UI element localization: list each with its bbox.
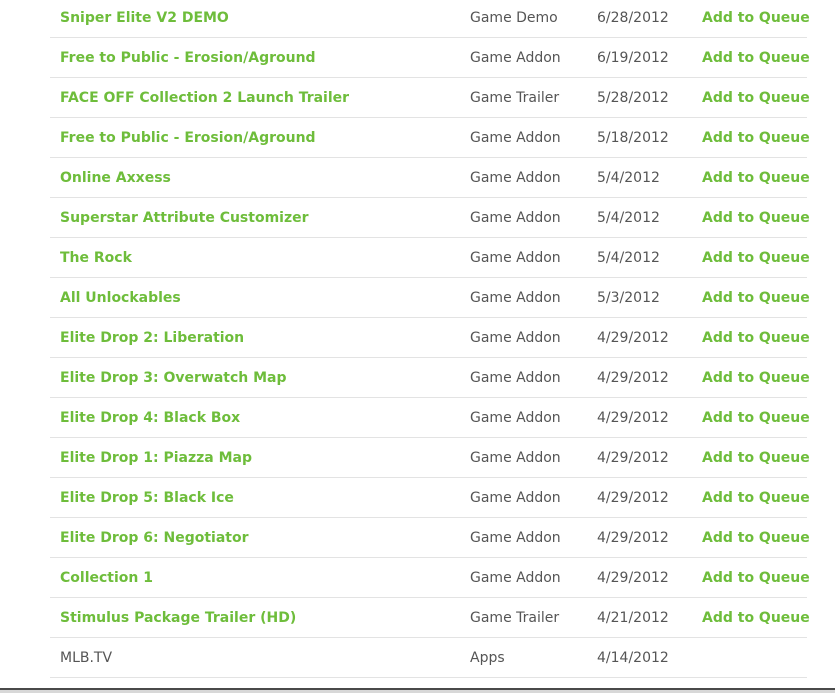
item-title-link[interactable]: Elite Drop 4: Black Box	[60, 398, 240, 437]
item-type: Game Demo	[470, 10, 558, 26]
add-to-queue-link[interactable]: Add to Queue	[702, 398, 810, 437]
item-date: 4/29/2012	[597, 530, 669, 546]
add-to-queue-link[interactable]: Add to Queue	[702, 198, 810, 237]
item-title-link[interactable]: FACE OFF Collection 2 Launch Trailer	[60, 78, 349, 117]
item-type: Game Addon	[470, 370, 561, 386]
item-type: Game Addon	[470, 170, 561, 186]
add-to-queue-link[interactable]: Add to Queue	[702, 0, 810, 37]
list-item: Elite Drop 2: Liberation Game Addon 4/29…	[50, 318, 810, 358]
add-to-queue-link[interactable]: Add to Queue	[702, 238, 810, 277]
list-item: All Unlockables Game Addon 5/3/2012 Add …	[50, 278, 810, 318]
item-type: Game Addon	[470, 210, 561, 226]
list-item: Elite Drop 3: Overwatch Map Game Addon 4…	[50, 358, 810, 398]
item-date: 4/29/2012	[597, 490, 669, 506]
list-item: Stimulus Package Trailer (HD) Game Trail…	[50, 598, 810, 638]
item-title-link[interactable]: Elite Drop 3: Overwatch Map	[60, 358, 287, 397]
add-to-queue-link[interactable]: Add to Queue	[702, 278, 810, 317]
item-title-link[interactable]: Stimulus Package Trailer (HD)	[60, 598, 296, 637]
add-to-queue-link[interactable]: Add to Queue	[702, 318, 810, 357]
list-item: Elite Drop 6: Negotiator Game Addon 4/29…	[50, 518, 810, 558]
item-title-link[interactable]: Free to Public - Erosion/Aground	[60, 38, 316, 77]
add-to-queue-link[interactable]: Add to Queue	[702, 518, 810, 557]
item-title: MLB.TV	[60, 650, 113, 666]
add-to-queue-link[interactable]: Add to Queue	[702, 118, 810, 157]
item-date: 4/29/2012	[597, 410, 669, 426]
item-type: Apps	[470, 650, 505, 666]
item-type: Game Addon	[470, 330, 561, 346]
list-item: Free to Public - Erosion/Aground Game Ad…	[50, 38, 810, 78]
item-type: Game Addon	[470, 250, 561, 266]
item-type: Game Trailer	[470, 610, 560, 626]
item-title-link[interactable]: Elite Drop 6: Negotiator	[60, 518, 248, 557]
list-item: Elite Drop 4: Black Box Game Addon 4/29/…	[50, 398, 810, 438]
item-title-link[interactable]: Collection 1	[60, 558, 153, 597]
add-to-queue-link[interactable]: Add to Queue	[702, 38, 810, 77]
download-history-page: Sniper Elite V2 DEMO Game Demo 6/28/2012…	[0, 0, 835, 693]
item-type: Game Addon	[470, 290, 561, 306]
list-item: Free to Public - Erosion/Aground Game Ad…	[50, 118, 810, 158]
list-item: The Rock Game Addon 5/4/2012 Add to Queu…	[50, 238, 810, 278]
item-type: Game Addon	[470, 490, 561, 506]
list-item: FACE OFF Collection 2 Launch Trailer Gam…	[50, 78, 810, 118]
item-date: 5/4/2012	[597, 170, 660, 186]
item-date: 4/29/2012	[597, 570, 669, 586]
add-to-queue-link[interactable]: Add to Queue	[702, 158, 810, 197]
item-type: Game Addon	[470, 410, 561, 426]
add-to-queue-link[interactable]: Add to Queue	[702, 78, 810, 117]
list-item: Superstar Attribute Customizer Game Addo…	[50, 198, 810, 238]
item-title-link[interactable]: Elite Drop 5: Black Ice	[60, 478, 234, 517]
item-title-link[interactable]: Elite Drop 2: Liberation	[60, 318, 244, 357]
list-item: Online Axxess Game Addon 5/4/2012 Add to…	[50, 158, 810, 198]
item-date: 4/14/2012	[597, 650, 669, 666]
list-item: MLB.TV Apps 4/14/2012	[50, 638, 807, 678]
item-date: 6/28/2012	[597, 10, 669, 26]
content-list: Sniper Elite V2 DEMO Game Demo 6/28/2012…	[50, 0, 810, 678]
item-type: Game Trailer	[470, 90, 560, 106]
item-date: 4/29/2012	[597, 370, 669, 386]
item-type: Game Addon	[470, 130, 561, 146]
item-date: 4/29/2012	[597, 450, 669, 466]
item-type: Game Addon	[470, 450, 561, 466]
add-to-queue-link[interactable]: Add to Queue	[702, 478, 810, 517]
item-title-link[interactable]: All Unlockables	[60, 278, 181, 317]
item-title-link[interactable]: Free to Public - Erosion/Aground	[60, 118, 316, 157]
list-item: Elite Drop 5: Black Ice Game Addon 4/29/…	[50, 478, 810, 518]
add-to-queue-link[interactable]: Add to Queue	[702, 438, 810, 477]
item-date: 4/21/2012	[597, 610, 669, 626]
item-title-link[interactable]: Sniper Elite V2 DEMO	[60, 0, 229, 37]
list-item: Sniper Elite V2 DEMO Game Demo 6/28/2012…	[50, 0, 810, 38]
item-date: 6/19/2012	[597, 50, 669, 66]
item-date: 5/4/2012	[597, 250, 660, 266]
add-to-queue-link[interactable]: Add to Queue	[702, 598, 810, 637]
item-type: Game Addon	[470, 50, 561, 66]
list-item: Elite Drop 1: Piazza Map Game Addon 4/29…	[50, 438, 810, 478]
add-to-queue-link[interactable]: Add to Queue	[702, 558, 810, 597]
item-date: 5/18/2012	[597, 130, 669, 146]
item-title-link[interactable]: The Rock	[60, 238, 132, 277]
item-type: Game Addon	[470, 530, 561, 546]
item-title-link[interactable]: Online Axxess	[60, 158, 171, 197]
item-type: Game Addon	[470, 570, 561, 586]
item-date: 4/29/2012	[597, 330, 669, 346]
item-date: 5/3/2012	[597, 290, 660, 306]
item-title-link[interactable]: Superstar Attribute Customizer	[60, 198, 309, 237]
list-item: Collection 1 Game Addon 4/29/2012 Add to…	[50, 558, 810, 598]
add-to-queue-link[interactable]: Add to Queue	[702, 358, 810, 397]
item-title-link[interactable]: Elite Drop 1: Piazza Map	[60, 438, 252, 477]
item-date: 5/28/2012	[597, 90, 669, 106]
item-date: 5/4/2012	[597, 210, 660, 226]
